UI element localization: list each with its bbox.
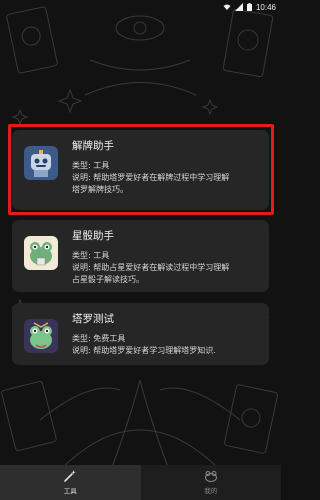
wifi-icon [223, 4, 231, 10]
tool-type: 类型: 免费工具 [72, 334, 126, 343]
tool-description-cont: 塔罗解牌技巧。 [72, 185, 128, 194]
tool-title: 星骰助手 [72, 230, 114, 242]
tool-card-tarot-test[interactable]: 塔罗测试 类型: 免费工具 说明: 帮助塔罗爱好者学习理解塔罗知识. [12, 303, 269, 365]
tool-card-astro-dice[interactable]: 星骰助手 类型: 工具 说明: 帮助占星爱好者在解读过程中学习理解 占星骰子解读… [12, 220, 269, 292]
tool-description: 说明: 帮助塔罗爱好者在解牌过程中学习理解 [72, 173, 230, 182]
tab-mine-label: 我的 [204, 487, 218, 495]
status-time: 10:46 [255, 2, 276, 12]
tool-title: 塔罗测试 [72, 313, 114, 325]
tool-description: 说明: 帮助占星爱好者在解读过程中学习理解 [72, 263, 230, 272]
battery-icon [246, 3, 252, 11]
signal-icon [234, 3, 243, 11]
bottom-tab-bar: 工具 我的 [0, 465, 281, 500]
magic-wand-icon [64, 470, 77, 482]
tool-card-tarot-reading[interactable]: 解牌助手 类型: 工具 说明: 帮助塔罗爱好者在解牌过程中学习理解 塔罗解牌技巧… [12, 130, 269, 210]
tarot-test-frog-icon [24, 319, 58, 353]
frog-face-icon [204, 471, 217, 482]
tool-type: 类型: 工具 [72, 251, 110, 260]
tool-title: 解牌助手 [72, 140, 114, 152]
astro-dice-frog-icon [24, 236, 58, 270]
tarot-reading-robot-icon [24, 146, 58, 180]
tool-type: 类型: 工具 [72, 161, 110, 170]
tool-description: 说明: 帮助塔罗爱好者学习理解塔罗知识. [72, 346, 216, 355]
status-bar: 10:46 [0, 0, 281, 14]
tab-tools[interactable]: 工具 [0, 465, 141, 500]
tab-tools-label: 工具 [63, 487, 77, 495]
tab-mine[interactable]: 我的 [141, 465, 282, 500]
tool-description-cont: 占星骰子解读技巧。 [72, 275, 144, 284]
